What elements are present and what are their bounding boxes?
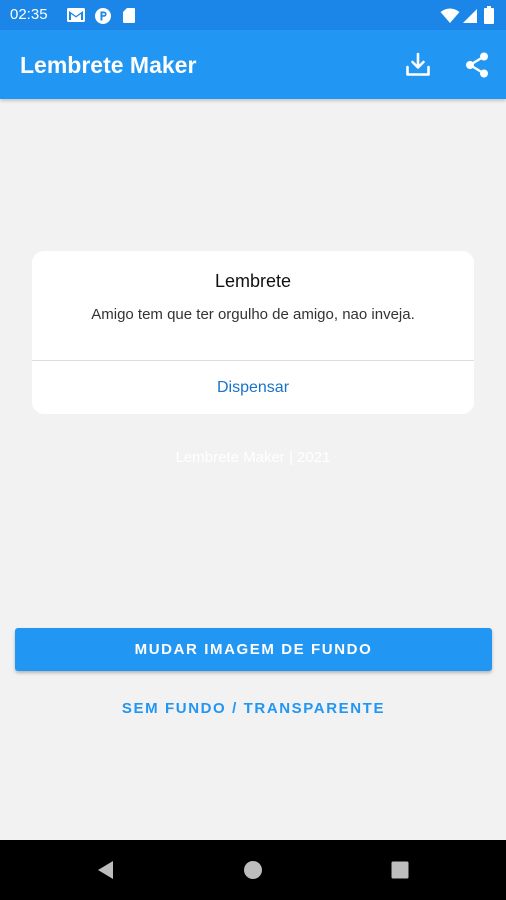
no-background-button[interactable]: SEM FUNDO / TRANSPARENTE: [15, 690, 492, 728]
change-background-button[interactable]: MUDAR IMAGEM DE FUNDO: [15, 628, 492, 671]
wifi-icon: [440, 8, 460, 23]
gmail-icon: [67, 8, 85, 22]
back-icon[interactable]: [95, 859, 117, 881]
share-icon[interactable]: [462, 50, 492, 80]
recents-icon[interactable]: [389, 859, 411, 881]
dismiss-button[interactable]: Dispensar: [32, 361, 474, 414]
signal-icon: [463, 9, 477, 23]
status-bar: 02:35: [0, 0, 506, 30]
watermark-text: Lembrete Maker | 2021: [175, 449, 331, 466]
reminder-dialog: Lembrete Amigo tem que ter orgulho de am…: [32, 251, 474, 414]
navigation-bar: [0, 840, 506, 900]
download-icon[interactable]: [403, 50, 433, 80]
status-time: 02:35: [10, 6, 48, 23]
notification-p-icon: [95, 8, 111, 24]
app-title: Lembrete Maker: [20, 52, 197, 78]
dialog-title: Lembrete: [214, 271, 292, 291]
app-bar: Lembrete Maker: [0, 30, 506, 99]
dialog-message: Amigo tem que ter orgulho de amigo, nao …: [91, 306, 415, 323]
sd-card-icon: [123, 8, 135, 23]
battery-icon: [484, 6, 494, 24]
home-icon[interactable]: [242, 859, 264, 881]
screen: 02:35 Lembrete Maker Lembrete Amigo tem …: [0, 0, 506, 900]
